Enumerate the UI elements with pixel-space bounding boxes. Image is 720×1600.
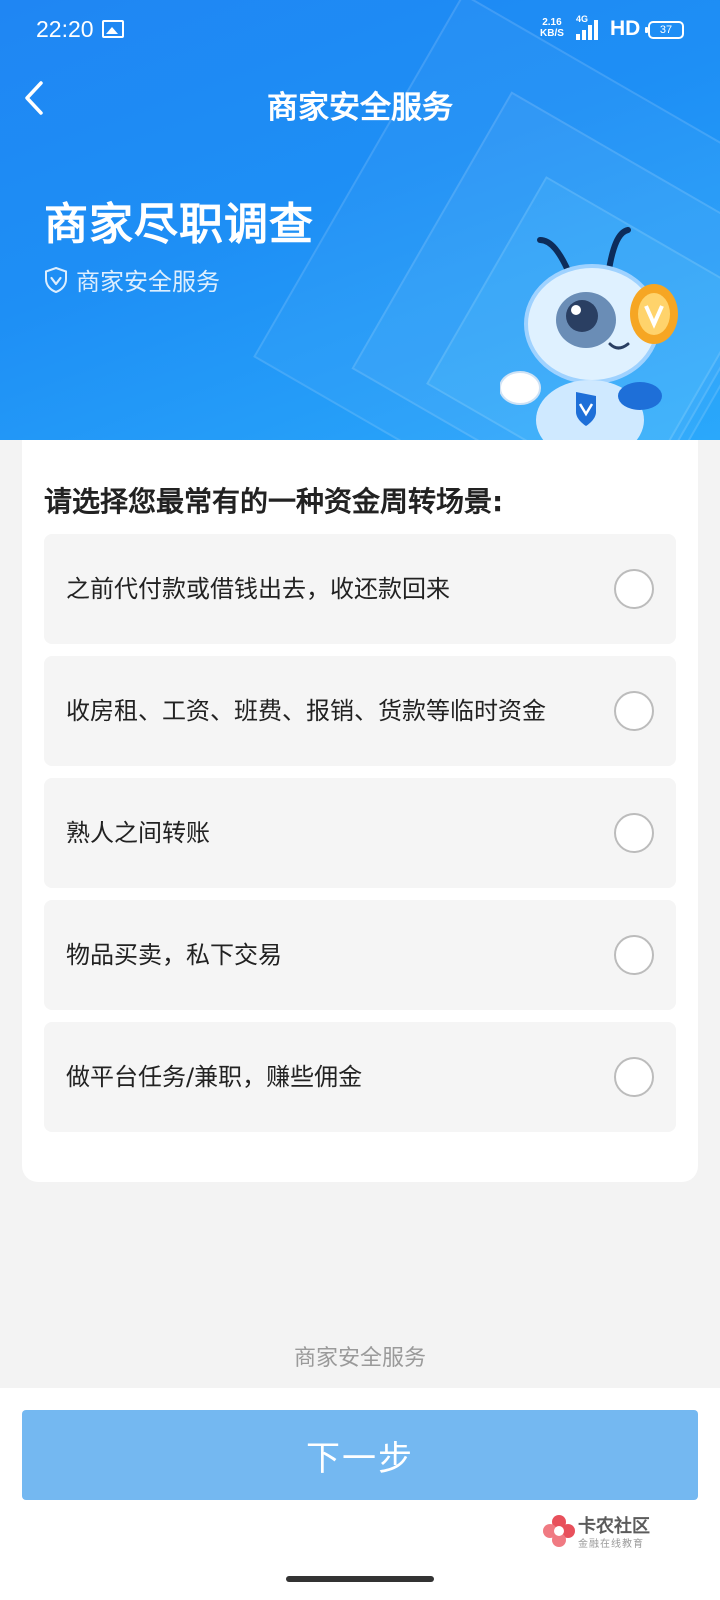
option-label: 之前代付款或借钱出去，收还款回来 xyxy=(66,575,450,603)
option-item[interactable]: 收房租、工资、班费、报销、货款等临时资金 xyxy=(44,656,676,766)
option-item[interactable]: 物品买卖，私下交易 xyxy=(44,900,676,1010)
signal-icon xyxy=(576,20,600,40)
robot-mascot-icon xyxy=(500,227,678,440)
network-speed: 2.16 KB/S xyxy=(540,17,564,39)
hero-subtitle-text: 商家安全服务 xyxy=(76,268,220,296)
watermark-sub: 金融在线教育 xyxy=(578,1539,644,1550)
survey-card: 请选择您最常有的一种资金周转场景: 之前代付款或借钱出去，收还款回来 收房租、工… xyxy=(22,440,698,1182)
option-item[interactable]: 熟人之间转账 xyxy=(44,778,676,888)
hero-subtitle: 商家安全服务 xyxy=(44,262,220,297)
home-indicator[interactable] xyxy=(286,1576,434,1582)
option-label: 物品买卖，私下交易 xyxy=(66,941,282,969)
option-label: 收房租、工资、班费、报销、货款等临时资金 xyxy=(66,697,546,725)
radio-button[interactable] xyxy=(614,569,654,609)
nav-bar: 商家安全服务 xyxy=(0,56,720,144)
radio-button[interactable] xyxy=(614,1057,654,1097)
network-speed-unit: KB/S xyxy=(540,28,564,39)
bottom-action-bar: 下一步 卡农社区 金融在线教育 xyxy=(0,1388,720,1600)
option-item[interactable]: 之前代付款或借钱出去，收还款回来 xyxy=(44,534,676,644)
network-speed-value: 2.16 xyxy=(542,17,562,28)
hero-banner: 22:20 2.16 KB/S 4G HD 37 商家安全服务 商家尽职调查 商… xyxy=(0,0,720,440)
radio-button[interactable] xyxy=(614,935,654,975)
page-title: 商家安全服务 xyxy=(267,90,453,126)
status-bar: 22:20 2.16 KB/S 4G HD 37 xyxy=(0,0,720,56)
flower-logo-icon xyxy=(543,1515,575,1547)
hd-indicator: HD xyxy=(610,17,641,40)
option-label: 熟人之间转账 xyxy=(66,819,210,847)
footer-brand: 商家安全服务 xyxy=(293,1346,426,1371)
hero-title: 商家尽职调查 xyxy=(44,199,314,250)
next-step-button[interactable]: 下一步 xyxy=(22,1410,698,1500)
watermark: 卡农社区 金融在线教育 xyxy=(542,1512,672,1552)
option-label: 做平台任务/兼职，赚些佣金 xyxy=(66,1063,363,1091)
option-item[interactable]: 做平台任务/兼职，赚些佣金 xyxy=(44,1022,676,1132)
status-time: 22:20 xyxy=(36,16,94,42)
image-notification-icon xyxy=(102,20,124,38)
battery-icon: 37 xyxy=(645,21,684,39)
shield-check-icon xyxy=(45,266,67,293)
radio-button[interactable] xyxy=(614,813,654,853)
radio-button[interactable] xyxy=(614,691,654,731)
survey-question: 请选择您最常有的一种资金周转场景: xyxy=(44,485,504,518)
